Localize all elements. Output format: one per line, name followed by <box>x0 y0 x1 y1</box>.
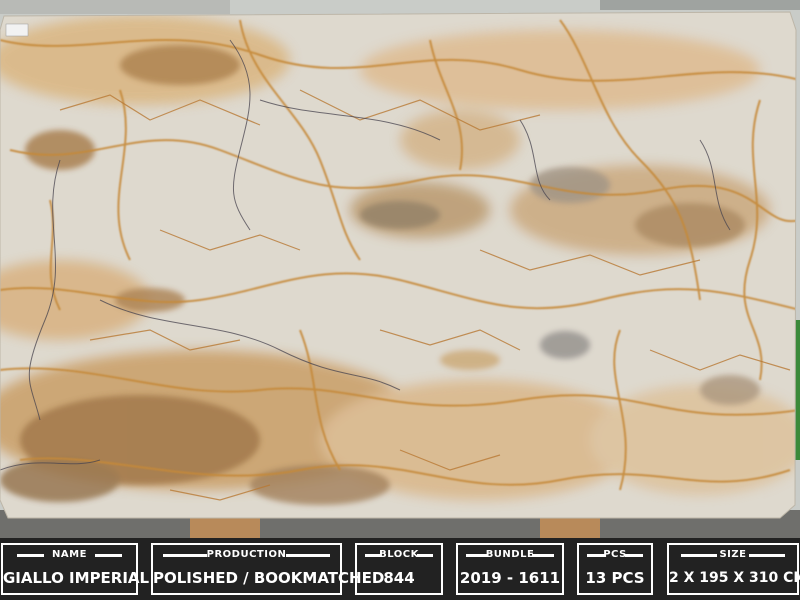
marble-slab <box>0 12 796 518</box>
slab-sticker <box>5 23 29 37</box>
photo-scene <box>0 0 800 538</box>
field-value: 844 <box>383 569 415 587</box>
size-field: SIZE 2 X 195 X 310 CM <box>667 543 800 595</box>
slab-photo <box>0 0 800 538</box>
pcs-field: PCS 13 PCS <box>577 543 653 595</box>
production-field: PRODUCTION POLISHED / BOOKMATCHED <box>151 543 385 595</box>
block-field: BLOCK 844 <box>355 543 443 595</box>
info-bar: NAME GIALLO IMPERIAL PRODUCTION POLISHED… <box>0 538 800 600</box>
field-value: 2 X 195 X 310 CM <box>669 570 800 586</box>
name-field: NAME GIALLO IMPERIAL <box>1 543 150 595</box>
field-value: POLISHED / BOOKMATCHED <box>153 569 385 587</box>
field-value: GIALLO IMPERIAL <box>3 569 150 587</box>
bundle-field: BUNDLE 2019 - 1611 <box>456 543 564 595</box>
field-value: 13 PCS <box>585 569 645 587</box>
field-value: 2019 - 1611 <box>459 569 561 587</box>
